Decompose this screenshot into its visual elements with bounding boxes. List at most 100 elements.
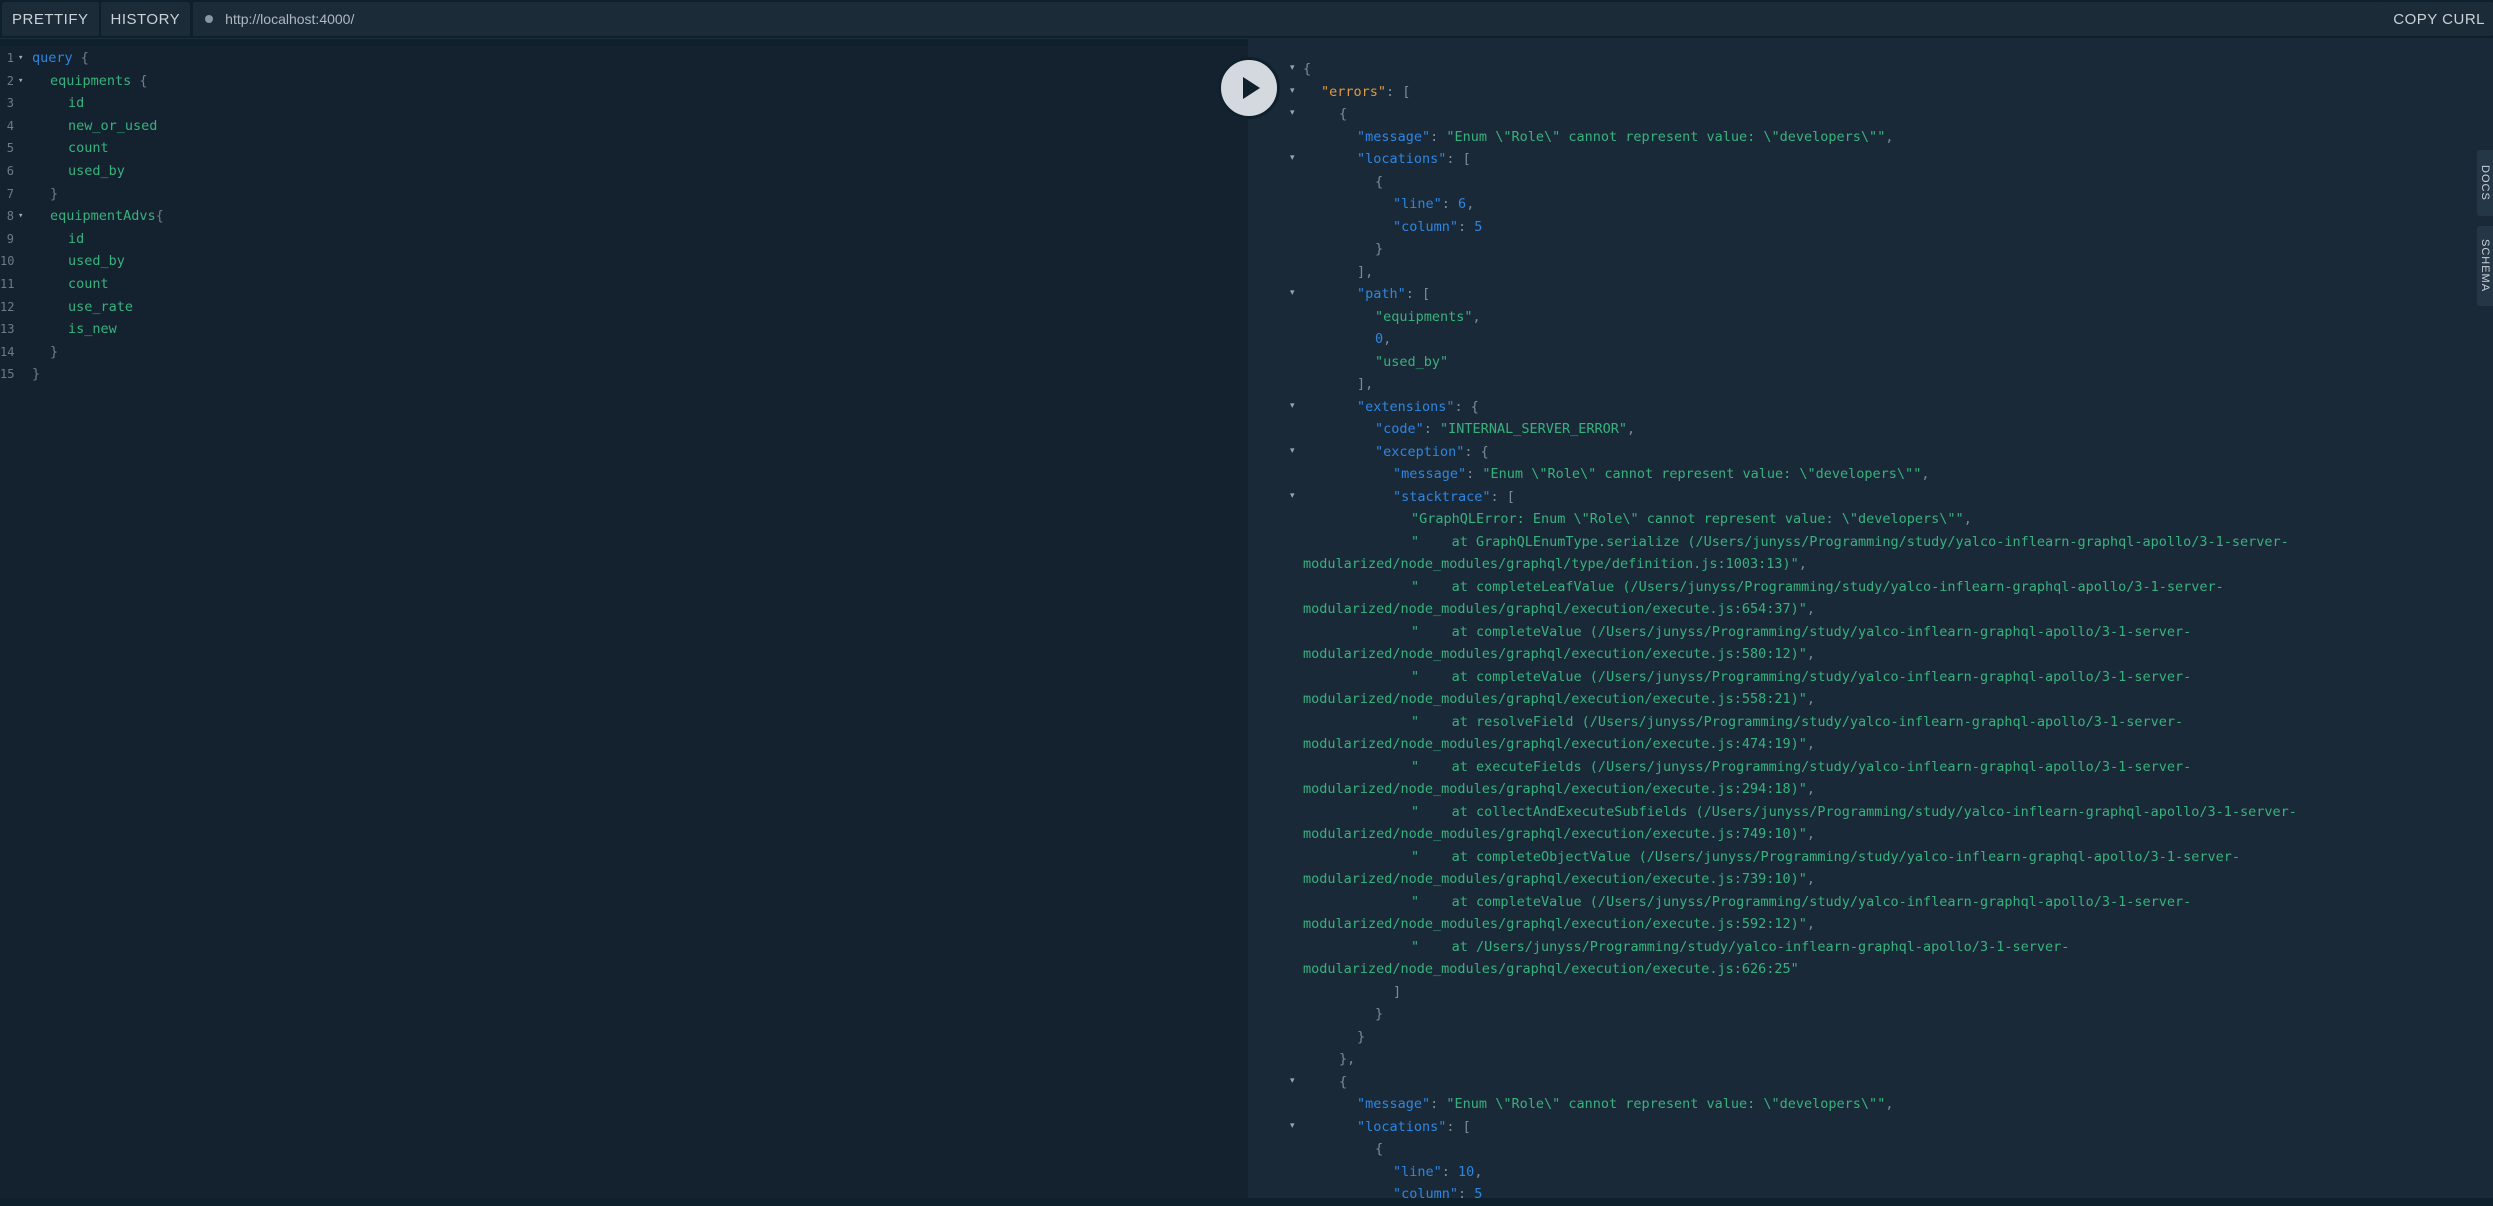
line-number: 4 xyxy=(6,118,14,133)
json-token: , xyxy=(1806,871,1816,887)
json-token: ], xyxy=(1357,263,1374,280)
line-number: 10 xyxy=(0,254,15,269)
result-line: " at resolveField (/Users/junyss/Program… xyxy=(1411,711,2183,734)
result-line: modularized/node_modules/graphql/executi… xyxy=(1303,778,1815,801)
json-token: { xyxy=(1375,1141,1384,1157)
result-line: " at collectAndExecuteSubfields (/Users/… xyxy=(1411,801,2297,824)
execute-query-button[interactable] xyxy=(1218,57,1280,119)
code-token: use_rate xyxy=(68,298,134,315)
json-token: modularized/node_modules/graphql/executi… xyxy=(1303,916,1807,932)
fold-arrow-icon[interactable]: ▾ xyxy=(1290,446,1295,456)
json-token: " at completeObjectValue (/Users/junyss/… xyxy=(1411,848,2241,865)
result-line: modularized/node_modules/graphql/executi… xyxy=(1303,643,1815,666)
copy-curl-button[interactable]: COPY CURL xyxy=(2381,2,2493,36)
code-token: count xyxy=(68,140,109,157)
line-number: 11 xyxy=(0,277,15,291)
fold-arrow-icon[interactable]: ▾ xyxy=(18,47,23,69)
query-editor[interactable]: 1 ▾ query {2 ▾ equipments {3 id 4 new_or_used 5 c… xyxy=(0,46,1248,1198)
result-line: "errors": [ xyxy=(1321,81,1410,104)
result-line: " at completeValue (/Users/junyss/Progra… xyxy=(1411,666,2191,689)
line-number: 14 xyxy=(0,344,15,359)
code-text: id xyxy=(68,92,84,114)
json-token: modularized/node_modules/graphql/executi… xyxy=(1303,736,1807,752)
json-token: : [ xyxy=(1446,1118,1471,1135)
json-token: modularized/node_modules/graphql/executi… xyxy=(1303,601,1807,617)
result-line: "used_by" xyxy=(1375,351,1448,374)
json-token: , xyxy=(1885,128,1894,145)
json-token: modularized/node_modules/graphql/executi… xyxy=(1303,691,1807,707)
fold-arrow-icon[interactable]: ▾ xyxy=(1290,288,1295,298)
fold-arrow-icon[interactable]: ▾ xyxy=(1290,491,1295,501)
line-number: 15 xyxy=(0,367,15,382)
line-number: 1 xyxy=(6,51,14,65)
json-token: , xyxy=(1798,556,1807,572)
result-line: " at GraphQLEnumType.serialize (/Users/j… xyxy=(1411,531,2289,554)
json-token: , xyxy=(1806,916,1816,932)
fold-arrow-icon[interactable]: ▾ xyxy=(1290,1121,1295,1131)
fold-arrow-icon[interactable]: ▾ xyxy=(18,205,23,227)
json-token: : xyxy=(1441,196,1459,212)
json-token: "column" xyxy=(1393,1186,1459,1202)
result-line: "extensions": { xyxy=(1357,396,1479,419)
json-token: : xyxy=(1430,1096,1447,1112)
json-token: "Enum \"Role\" cannot represent value: \… xyxy=(1482,466,1922,482)
json-token: : xyxy=(1441,1163,1459,1180)
code-text: query { xyxy=(32,47,89,69)
result-line: "message": "Enum \"Role\" cannot represe… xyxy=(1393,463,1929,486)
code-text: equipmentAdvs{ xyxy=(50,205,164,227)
json-token: { xyxy=(1375,173,1384,190)
json-token: : xyxy=(1458,1186,1475,1202)
json-token: modularized/node_modules/graphql/executi… xyxy=(1303,826,1807,842)
json-token: : { xyxy=(1454,398,1479,415)
json-token: 10 xyxy=(1458,1163,1475,1180)
json-token: : [ xyxy=(1446,151,1471,167)
code-text: is_new xyxy=(68,318,117,340)
fold-arrow-icon[interactable]: ▾ xyxy=(1290,86,1295,96)
result-line: modularized/node_modules/graphql/executi… xyxy=(1303,823,1815,846)
result-line: "locations": [ xyxy=(1357,1116,1471,1139)
schema-tab[interactable]: SCHEMA xyxy=(2477,226,2493,306)
result-line: 0, xyxy=(1375,328,1391,351)
json-token: , xyxy=(1806,691,1816,707)
docs-tab[interactable]: DOCS xyxy=(2477,150,2493,216)
json-token: } xyxy=(1375,1006,1384,1022)
json-token: : [ xyxy=(1405,286,1431,302)
json-token: modularized/node_modules/graphql/executi… xyxy=(1303,871,1807,887)
prettify-button[interactable]: PRETTIFY xyxy=(2,2,99,36)
result-line: " at completeValue (/Users/junyss/Progra… xyxy=(1411,621,2191,644)
json-token: "GraphQLError: Enum \"Role\" cannot repr… xyxy=(1411,511,1964,527)
json-token: } xyxy=(1375,241,1384,257)
fold-arrow-icon[interactable]: ▾ xyxy=(1290,108,1295,118)
result-line: "column": 5 xyxy=(1393,1183,1482,1206)
json-token: "locations" xyxy=(1357,151,1447,167)
endpoint-url-input[interactable]: http://localhost:4000/ xyxy=(193,2,2402,36)
code-token: } xyxy=(50,185,59,202)
result-line: " at /Users/junyss/Programming/study/yal… xyxy=(1411,936,2069,959)
fold-arrow-icon[interactable]: ▾ xyxy=(1290,401,1295,411)
code-text: } xyxy=(50,183,58,205)
result-line: "line": 6, xyxy=(1393,193,1474,216)
fold-arrow-icon[interactable]: ▾ xyxy=(1290,63,1295,73)
json-token: "locations" xyxy=(1357,1118,1447,1135)
result-line: { xyxy=(1339,103,1347,126)
fold-arrow-icon[interactable]: ▾ xyxy=(18,70,23,92)
result-line: modularized/node_modules/graphql/executi… xyxy=(1303,688,1815,711)
json-token: "code" xyxy=(1375,421,1424,437)
result-line: "stacktrace": [ xyxy=(1393,486,1515,509)
fold-arrow-icon[interactable]: ▾ xyxy=(1290,1076,1295,1086)
result-line: ] xyxy=(1393,981,1401,1004)
line-number: 13 xyxy=(0,322,15,337)
result-line: "exception": { xyxy=(1375,441,1489,464)
line-number: 3 xyxy=(6,96,14,111)
json-token: " at executeFields (/Users/junyss/Progra… xyxy=(1411,758,2192,775)
line-number: 12 xyxy=(0,299,15,314)
json-token: }, xyxy=(1339,1051,1356,1067)
result-line: "equipments", xyxy=(1375,306,1481,329)
code-token: new_or_used xyxy=(68,117,158,134)
result-line: "column": 5 xyxy=(1393,216,1482,239)
json-token: , xyxy=(1474,1163,1483,1180)
result-line: " at completeLeafValue (/Users/junyss/Pr… xyxy=(1411,576,2224,599)
json-token: "INTERNAL_SERVER_ERROR" xyxy=(1440,421,1627,437)
fold-arrow-icon[interactable]: ▾ xyxy=(1290,153,1295,163)
history-button[interactable]: HISTORY xyxy=(100,2,191,36)
